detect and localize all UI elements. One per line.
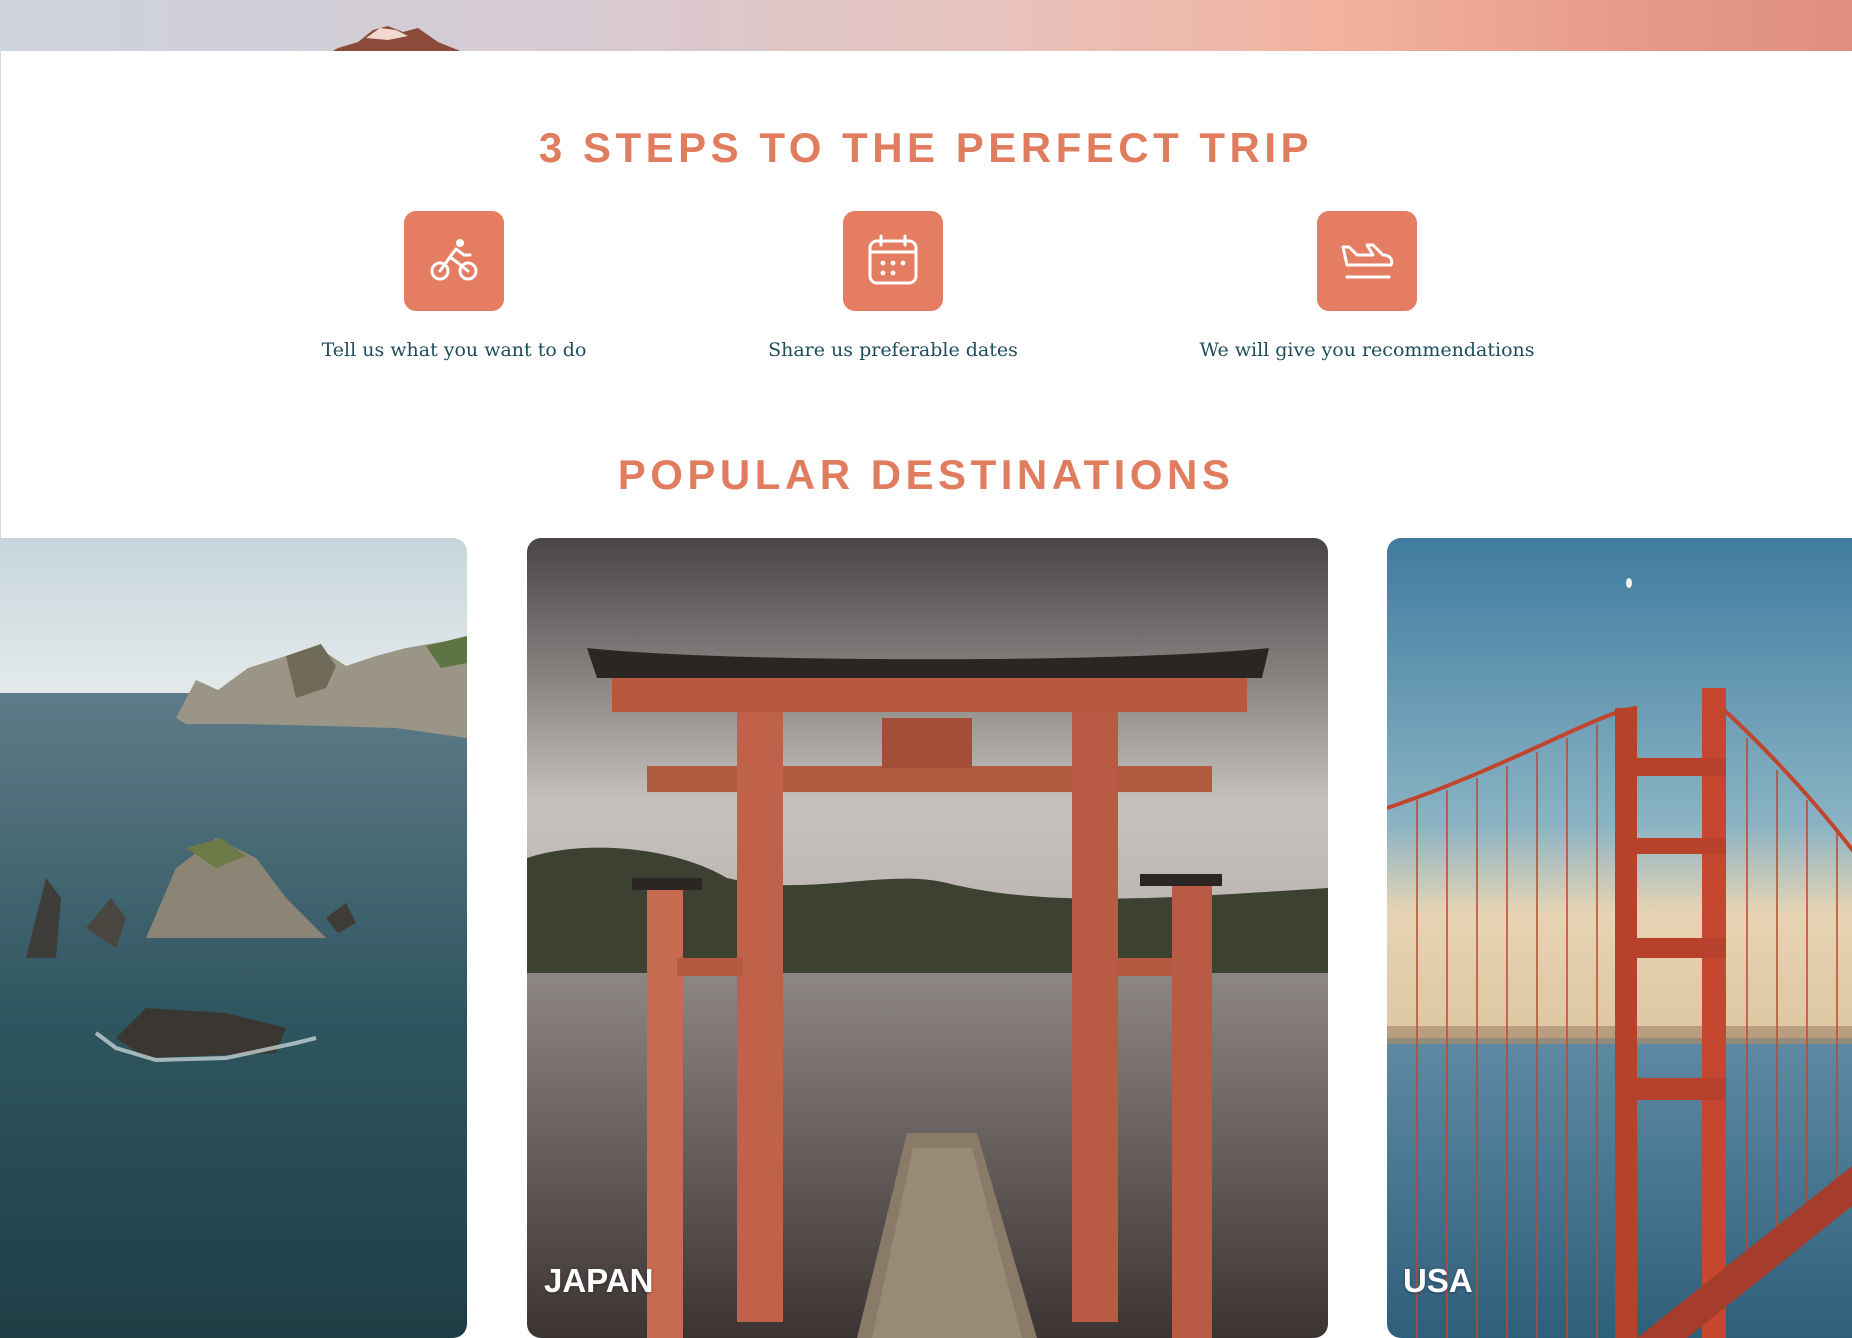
step-label: Tell us what you want to do <box>321 339 587 361</box>
hero-image-strip <box>0 0 1852 51</box>
steps-section-title: 3 STEPS TO THE PERFECT TRIP <box>538 124 1314 171</box>
bicycle-icon <box>404 211 504 311</box>
destination-card-usa[interactable] <box>1387 538 1852 1338</box>
destination-card[interactable] <box>0 538 467 1338</box>
golden-gate-bridge-photo <box>1387 538 1852 1338</box>
destination-label-japan: JAPAN <box>544 1262 654 1299</box>
mountain-peak-graphic <box>333 26 460 51</box>
destination-label-usa: USA <box>1403 1262 1473 1299</box>
step-label: Share us preferable dates <box>768 339 1018 361</box>
destination-card-japan[interactable] <box>527 538 1328 1338</box>
coastline-rocks-photo <box>0 538 467 1338</box>
destinations-section-title: POPULAR DESTINATIONS <box>617 451 1235 498</box>
calendar-icon <box>843 211 943 311</box>
step-label: We will give you recommendations <box>1199 339 1535 361</box>
torii-gate-photo <box>527 538 1328 1338</box>
plane-landing-icon <box>1317 211 1417 311</box>
